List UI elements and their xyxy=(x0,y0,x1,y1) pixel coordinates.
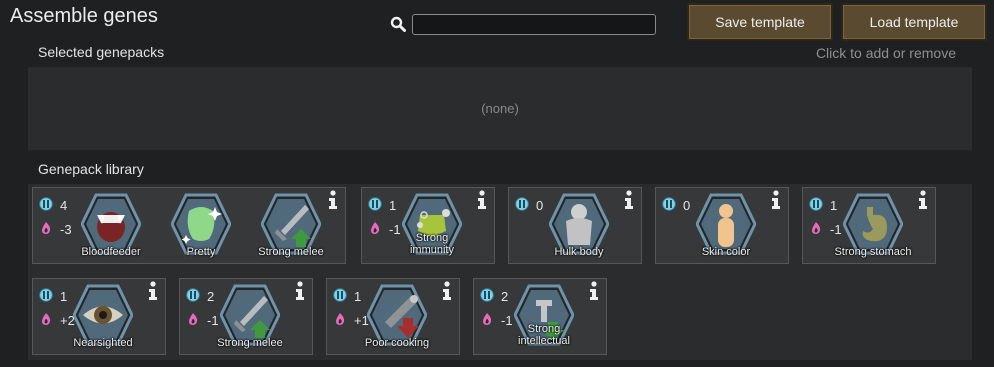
genepack-card[interactable]: 1 +1 Poor cooking xyxy=(326,278,460,355)
metabolism-icon xyxy=(480,312,501,329)
gene-label: Poor cooking xyxy=(364,337,430,349)
gene-label: Skin color xyxy=(701,246,751,258)
genepack-card[interactable]: 1 +2 Nearsighted xyxy=(32,278,166,355)
genepack-card[interactable]: 1 -1 Strong stomach xyxy=(802,187,936,264)
gene-bloodfeeder[interactable]: Bloodfeeder xyxy=(67,193,155,261)
gene-strong-melee[interactable]: Strong melee xyxy=(206,284,294,352)
complexity-icon xyxy=(480,288,501,305)
info-icon[interactable] xyxy=(770,190,782,210)
gene-poor-cooking[interactable]: Poor cooking xyxy=(353,284,441,352)
gene-pretty[interactable]: Pretty xyxy=(157,193,245,261)
genepack-card[interactable]: 0 Hulk body xyxy=(508,187,642,264)
metabolism-icon xyxy=(186,312,207,329)
search-input[interactable] xyxy=(412,14,656,35)
genepack-card[interactable]: 1 -1 Strong immunity xyxy=(361,187,495,264)
genepack-card[interactable]: 2 -1 Strong melee xyxy=(179,278,313,355)
complexity-icon xyxy=(368,197,389,214)
complexity-icon xyxy=(39,197,60,214)
gene-label: Nearsighted xyxy=(73,337,133,349)
load-template-button[interactable]: Load template xyxy=(841,3,987,41)
gene-strong-immunity[interactable]: Strong immunity xyxy=(388,193,476,261)
page-title: Assemble genes xyxy=(10,5,158,27)
info-icon[interactable] xyxy=(476,190,488,210)
complexity-stat: 4 xyxy=(39,197,67,214)
selected-genepacks-area[interactable]: (none) xyxy=(28,67,972,150)
genepack-card[interactable]: 2 -1 Strong intellectual xyxy=(473,278,607,355)
gene-label: Strong melee xyxy=(217,337,283,349)
complexity-icon xyxy=(186,288,207,305)
gene-label: Strong stomach xyxy=(834,246,912,258)
gene-label: Pretty xyxy=(186,246,216,258)
gene-nearsighted[interactable]: Nearsighted xyxy=(59,284,147,352)
info-icon[interactable] xyxy=(147,281,159,301)
gene-strong-intellectual[interactable]: Strong intellectual xyxy=(500,284,588,352)
info-icon[interactable] xyxy=(917,190,929,210)
info-icon[interactable] xyxy=(588,281,600,301)
complexity-icon xyxy=(39,288,60,305)
gene-skin-color[interactable]: Skin color xyxy=(682,193,770,261)
info-icon[interactable] xyxy=(623,190,635,210)
complexity-icon xyxy=(333,288,354,305)
empty-placeholder: (none) xyxy=(481,101,519,116)
complexity-icon xyxy=(662,197,683,214)
complexity-icon xyxy=(515,197,536,214)
info-icon[interactable] xyxy=(441,281,453,301)
metabolism-icon xyxy=(39,312,60,329)
gene-label: Strong immunity xyxy=(409,232,454,256)
genepack-library: 4 -3 Bloodfeeder Pretty Strong melee 1 -1 Stron… xyxy=(28,184,972,360)
metabolism-icon xyxy=(809,221,830,238)
selected-genepacks-label: Selected genepacks xyxy=(38,44,165,60)
metabolism-icon xyxy=(333,312,354,329)
save-template-button[interactable]: Save template xyxy=(687,3,833,41)
gene-label: Hulk body xyxy=(554,246,604,258)
genepack-card[interactable]: 0 Skin color xyxy=(655,187,789,264)
gene-label: Strong melee xyxy=(258,246,324,258)
gene-hulk-body[interactable]: Hulk body xyxy=(535,193,623,261)
genepack-library-label: Genepack library xyxy=(38,161,144,177)
add-remove-hint: Click to add or remove xyxy=(815,45,956,61)
gene-label: Bloodfeeder xyxy=(81,246,141,258)
complexity-icon xyxy=(809,197,830,214)
genepack-card[interactable]: 4 -3 Bloodfeeder Pretty Strong melee xyxy=(32,187,346,264)
metabolism-icon xyxy=(39,221,60,238)
gene-strong-melee[interactable]: Strong melee xyxy=(247,193,335,261)
info-icon[interactable] xyxy=(294,281,306,301)
gene-label: Strong intellectual xyxy=(518,323,570,347)
gene-strong-stomach[interactable]: Strong stomach xyxy=(829,193,917,261)
metabolism-icon xyxy=(368,221,389,238)
search-icon xyxy=(390,16,406,32)
